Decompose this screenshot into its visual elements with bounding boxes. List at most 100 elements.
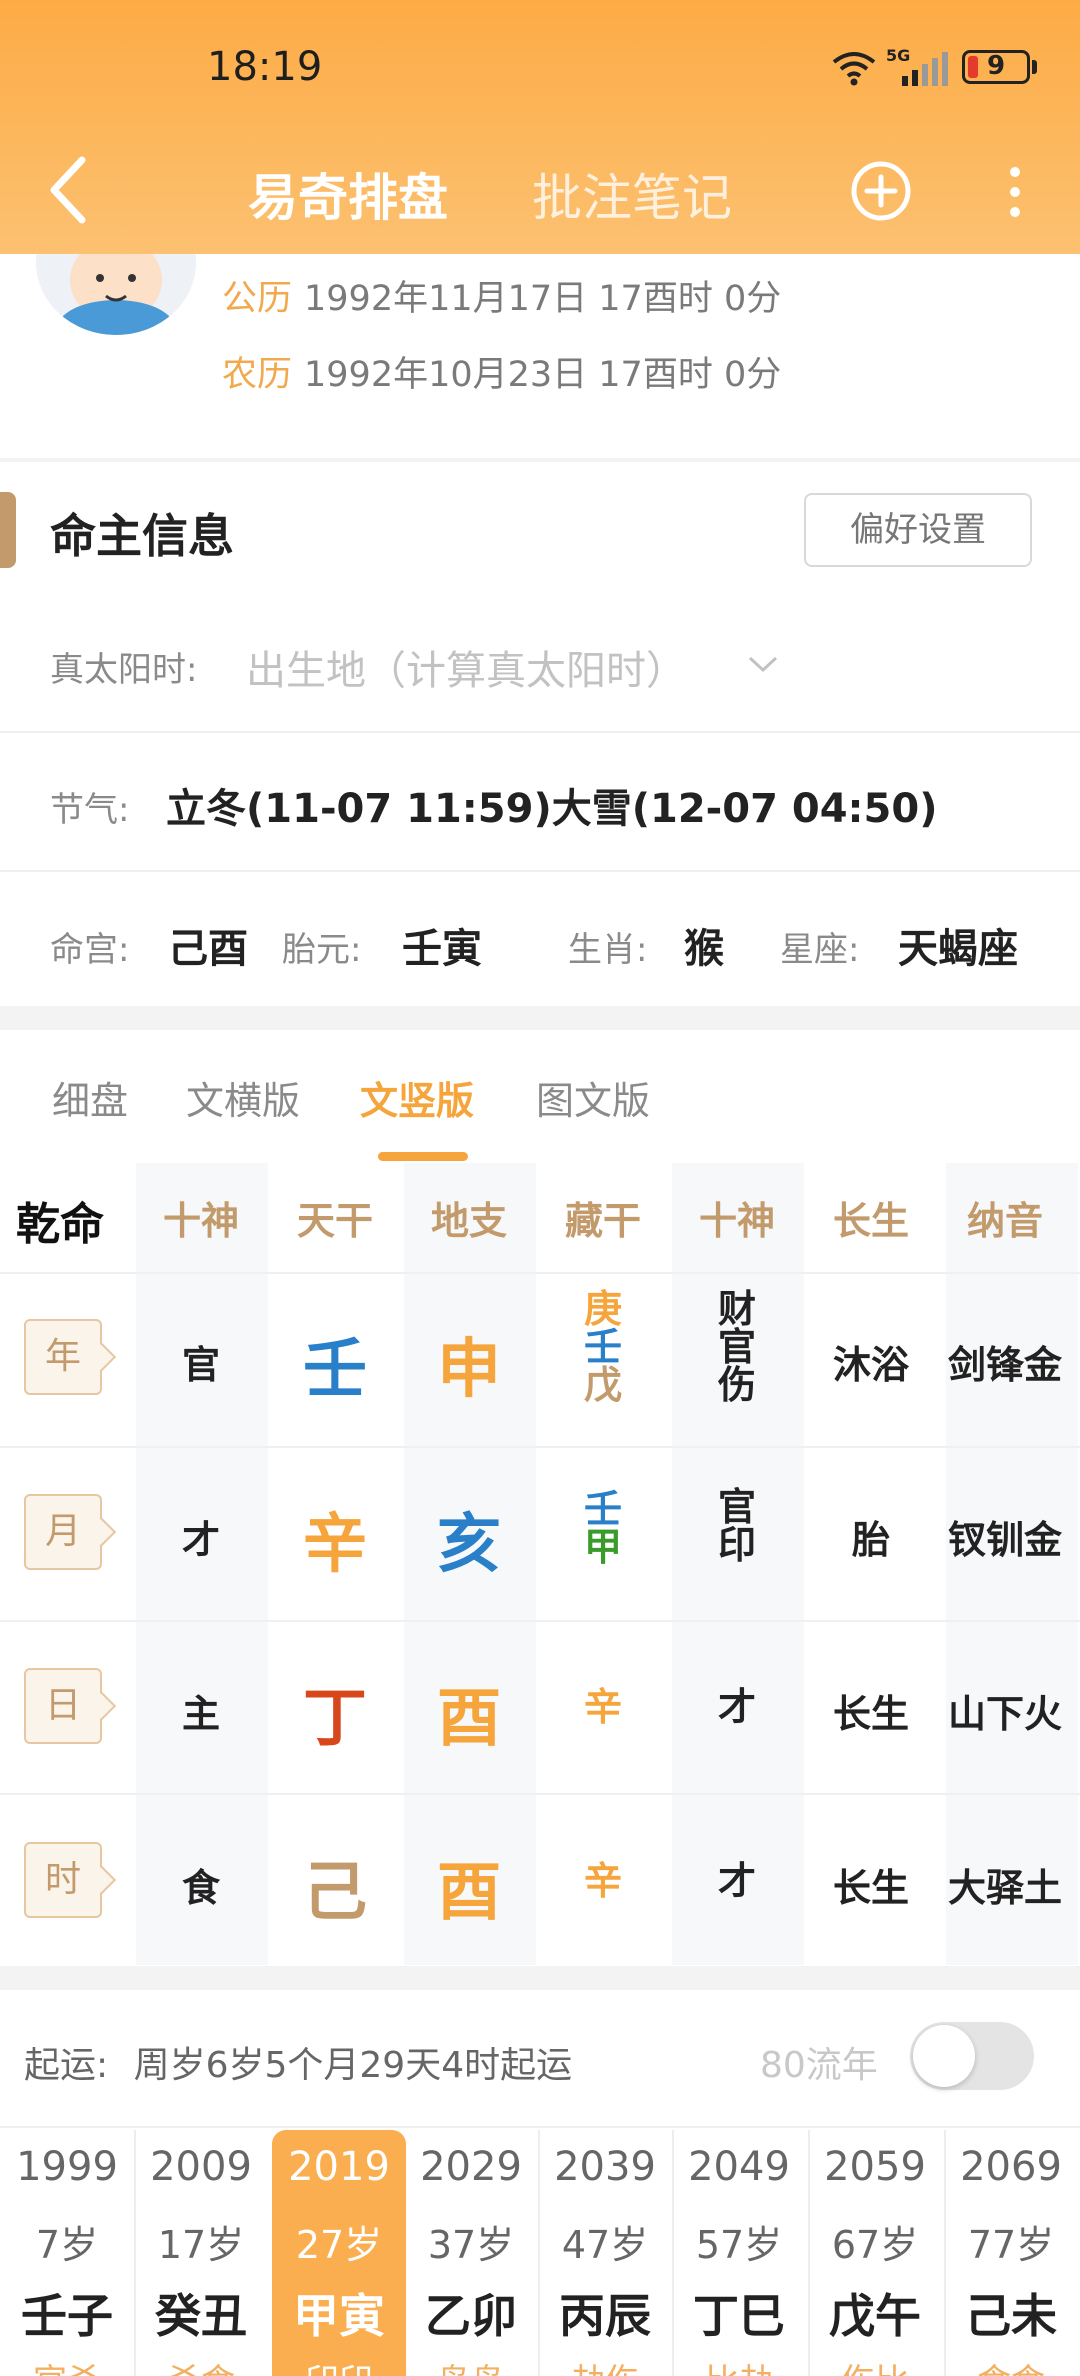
- shishen-month: 才: [181, 1518, 220, 1562]
- canggan-year: 庚 壬 戊: [583, 1287, 622, 1407]
- divider: [0, 1272, 1080, 1274]
- dayun-column-active[interactable]: 201927岁 甲寅印印: [272, 2130, 406, 2376]
- header-canggan: 藏干: [564, 1199, 641, 1243]
- changsheng-month: 胎: [851, 1518, 890, 1562]
- dayun-column[interactable]: 202937岁 乙卯枭枭: [404, 2130, 538, 2376]
- signal-icon: [902, 52, 948, 86]
- dizhi-day: 酉: [437, 1682, 501, 1756]
- canggan-shishen-month: 官 印: [717, 1485, 756, 1567]
- section-gap: [0, 1966, 1080, 1990]
- nayin-hour: 大驿土: [947, 1866, 1062, 1910]
- column-background: [946, 1163, 1078, 1965]
- dayun-column[interactable]: 19997岁 壬子官杀: [0, 2130, 134, 2376]
- more-vertical-icon[interactable]: [990, 162, 1040, 222]
- column-background: [136, 1163, 268, 1965]
- taiyuan-label: 胎元:: [282, 930, 362, 970]
- canggan-shishen-year: 财 官 伤: [717, 1287, 756, 1407]
- tiangan-hour: 己: [303, 1856, 367, 1930]
- nayin-year: 剑锋金: [947, 1343, 1062, 1387]
- dizhi-year: 申: [437, 1333, 501, 1407]
- qiyun-label: 起运:: [24, 2045, 109, 2086]
- preferences-button[interactable]: 偏好设置: [804, 493, 1032, 567]
- nayin-month: 钗钏金: [947, 1518, 1062, 1562]
- birthplace-selector[interactable]: 出生地（计算真太阳时）: [246, 638, 686, 696]
- battery-level: 9: [986, 51, 1006, 81]
- divider: [0, 1620, 1080, 1622]
- canggan-day: 辛: [583, 1685, 622, 1729]
- lunar-date: 1992年10月23日 17酉时 0分: [304, 355, 782, 395]
- canggan-shishen-hour: 才: [717, 1859, 756, 1903]
- shengxiao-value: 猴: [684, 926, 724, 972]
- header-tiangan: 天干: [296, 1199, 373, 1243]
- solar-date-row: 公历 1992年11月17日 17酉时 0分: [222, 270, 781, 321]
- xingzuo-label: 星座:: [780, 930, 860, 970]
- header-shishen: 十神: [162, 1199, 239, 1243]
- toggle-knob: [913, 2025, 975, 2087]
- divider: [0, 2126, 1080, 2128]
- add-circle-icon[interactable]: [850, 160, 912, 222]
- row-tag-day: 日: [24, 1668, 102, 1744]
- header-nayin: 纳音: [966, 1199, 1043, 1243]
- lunar-date-row: 农历 1992年10月23日 17酉时 0分: [222, 346, 781, 397]
- qiyun-text: 周岁6岁5个月29天4时起运: [133, 2045, 573, 2086]
- minggong-value: 己酉: [168, 926, 248, 972]
- dayun-column[interactable]: 203947岁 丙辰劫伤: [538, 2130, 672, 2376]
- tab-xipan[interactable]: 细盘: [52, 1070, 128, 1125]
- section-accent-bar: [0, 492, 16, 568]
- back-arrow-icon[interactable]: [38, 150, 98, 230]
- row-tag-hour: 时: [24, 1842, 102, 1918]
- xingzuo-value: 天蝎座: [898, 926, 1018, 972]
- tiangan-year: 壬: [303, 1333, 367, 1407]
- section-title: 命主信息: [50, 509, 234, 563]
- row-tag-month: 月: [24, 1494, 102, 1570]
- active-tab-indicator: [378, 1152, 468, 1161]
- tab-wenshu[interactable]: 文竖版: [360, 1070, 474, 1125]
- battery-icon: 9: [962, 50, 1030, 84]
- header-dizhi: 地支: [430, 1199, 507, 1243]
- wifi-icon: [832, 52, 876, 86]
- jieqi-value: 立冬(11-07 11:59)大雪(12-07 04:50): [166, 786, 938, 832]
- top-bar: 18:19 5G 9 易奇排盘 批注笔记: [0, 0, 1080, 254]
- liunian-toggle[interactable]: [910, 2022, 1034, 2090]
- lunar-label: 农历: [222, 355, 293, 395]
- solar-label: 公历: [222, 279, 293, 319]
- shishen-year: 官: [181, 1343, 220, 1387]
- section-gap: [0, 1006, 1080, 1030]
- gender-label: 乾命: [16, 1199, 104, 1250]
- dayun-column[interactable]: 200917岁 癸丑杀食: [134, 2130, 268, 2376]
- divider: [0, 1793, 1080, 1795]
- qiyun-row: 起运: 周岁6岁5个月29天4时起运: [24, 2036, 572, 2088]
- dayun-column[interactable]: 204957岁 丁巳比劫: [672, 2130, 806, 2376]
- tab-paipan[interactable]: 易奇排盘: [248, 158, 448, 230]
- tab-notes[interactable]: 批注笔记: [532, 158, 732, 230]
- canggan-shishen-day: 才: [717, 1685, 756, 1729]
- solar-date: 1992年11月17日 17酉时 0分: [304, 279, 782, 319]
- taiyuan-value: 壬寅: [402, 926, 482, 972]
- changsheng-hour: 长生: [832, 1866, 909, 1910]
- app-screen: 18:19 5G 9 易奇排盘 批注笔记 公历 1992年11月17日 17酉时…: [0, 0, 1080, 2376]
- canggan-month: 壬 甲: [583, 1487, 622, 1569]
- canggan-hour: 辛: [583, 1859, 622, 1903]
- shengxiao-label: 生肖:: [568, 930, 648, 970]
- minggong-label: 命宫:: [50, 930, 130, 970]
- shishen-hour: 食: [181, 1866, 220, 1910]
- row-tag-year: 年: [24, 1319, 102, 1395]
- changsheng-day: 长生: [832, 1692, 909, 1736]
- solar-time-label: 真太阳时:: [50, 650, 198, 690]
- divider: [0, 731, 1080, 733]
- liunian-label: 80流年: [760, 2045, 878, 2086]
- header-shishen-2: 十神: [698, 1199, 775, 1243]
- divider: [0, 458, 1080, 462]
- changsheng-year: 沐浴: [832, 1343, 909, 1387]
- dayun-column[interactable]: 206977岁 己未食食: [944, 2130, 1078, 2376]
- dayun-column[interactable]: 205967岁 戊午伤比: [808, 2130, 942, 2376]
- status-time: 18:19: [207, 44, 323, 90]
- nayin-day: 山下火: [947, 1692, 1062, 1736]
- header-changsheng: 长生: [832, 1199, 909, 1243]
- tab-tuwen[interactable]: 图文版: [536, 1070, 650, 1125]
- divider: [0, 870, 1080, 872]
- chevron-down-icon[interactable]: [746, 652, 780, 676]
- jieqi-label: 节气:: [50, 790, 130, 830]
- tab-wenheng[interactable]: 文横版: [186, 1070, 300, 1125]
- dizhi-month: 亥: [437, 1508, 501, 1582]
